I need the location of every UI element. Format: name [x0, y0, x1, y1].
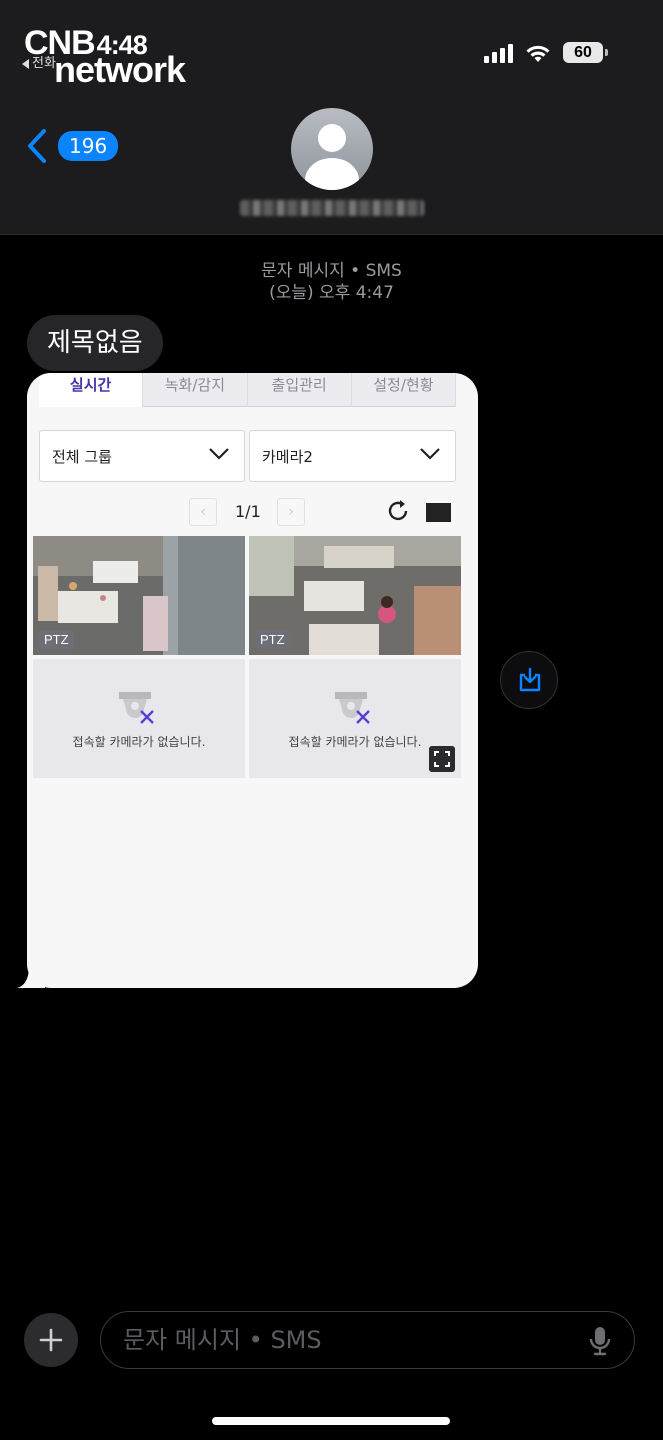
tab-access: 출입관리: [247, 373, 352, 407]
ptz-badge: PTZ: [255, 630, 290, 649]
no-camera-message: 접속할 카메라가 없습니다.: [72, 735, 206, 749]
conversation-header: CNB4:48 network 전화 60 196: [0, 0, 663, 235]
camera-select-value: 카메라2: [262, 448, 313, 466]
camera-select: 카메라2: [249, 430, 456, 482]
page-indicator: 1/1: [235, 502, 261, 521]
camera-pager: ‹ 1/1 ›: [189, 498, 465, 526]
prev-page-icon: ‹: [189, 498, 217, 526]
save-share-button[interactable]: [500, 651, 558, 709]
microphone-icon[interactable]: [589, 1326, 611, 1356]
empty-camera-slot: 접속할 카메라가 없습니다.: [33, 659, 245, 778]
layout-view-icon: [426, 503, 451, 522]
group-select-value: 전체 그룹: [52, 448, 112, 466]
tab-recording: 녹화/감지: [143, 373, 248, 407]
cellular-signal-icon: [484, 43, 513, 63]
unread-count-badge: 196: [58, 131, 119, 161]
tab-live: 실시간: [39, 373, 144, 407]
next-page-icon: ›: [277, 498, 305, 526]
image-attachment[interactable]: 실시간 녹화/감지 출입관리 설정/현황 전체 그룹 카메라2 ‹ 1/1 ›: [27, 373, 478, 988]
contact-avatar[interactable]: [291, 108, 373, 190]
fullscreen-icon: [429, 746, 455, 772]
status-icons: 60: [484, 42, 608, 63]
message-timestamp: (오늘) 오후 4:47: [269, 283, 394, 303]
group-select: 전체 그룹: [39, 430, 245, 482]
subject-bubble[interactable]: 제목없음: [27, 315, 163, 371]
watermark-brand-bottom: network: [54, 49, 186, 90]
battery-level: 60: [574, 44, 592, 61]
camera-off-icon: [335, 692, 370, 724]
camera-feed-1: PTZ: [33, 536, 245, 655]
battery-icon: 60: [563, 42, 608, 63]
camera-off-icon: [119, 692, 154, 724]
person-silhouette-icon: [318, 124, 346, 152]
plus-icon: [39, 1328, 63, 1352]
chevron-down-icon: [209, 448, 229, 460]
empty-camera-slot: 접속할 카메라가 없습니다.: [249, 659, 461, 778]
ptz-badge: PTZ: [39, 630, 74, 649]
app-tab-bar: 실시간 녹화/감지 출입관리 설정/현황: [39, 373, 456, 407]
back-to-app-link[interactable]: 전화: [22, 52, 56, 71]
back-button[interactable]: 196: [26, 128, 119, 164]
back-app-label: 전화: [32, 56, 56, 71]
contact-name-redacted[interactable]: [240, 200, 424, 216]
wifi-icon: [526, 45, 550, 62]
camera-feed-2: PTZ: [249, 536, 461, 655]
refresh-icon: [388, 500, 408, 521]
back-triangle-icon: [22, 58, 29, 69]
tab-settings: 설정/현황: [351, 373, 456, 407]
chevron-left-icon: [28, 129, 46, 163]
home-indicator: [212, 1417, 450, 1425]
download-tray-icon: [519, 667, 541, 692]
message-input[interactable]: [100, 1311, 635, 1369]
add-attachment-button[interactable]: [24, 1313, 78, 1367]
chevron-down-icon: [420, 448, 440, 460]
